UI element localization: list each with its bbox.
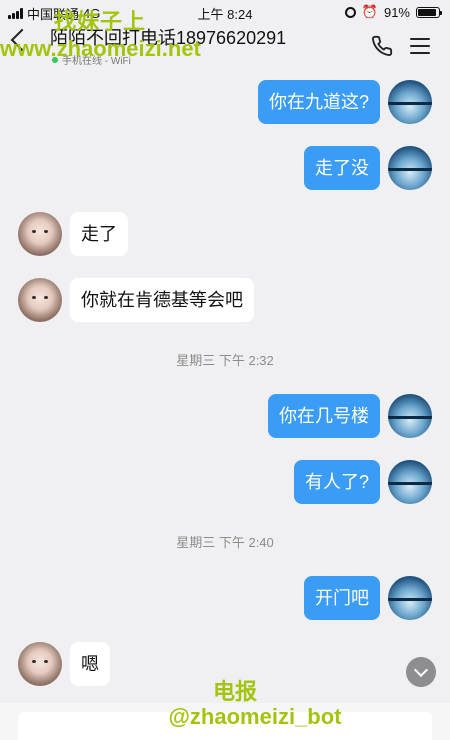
watermark-bottom-line1: 电报 [212, 679, 257, 704]
alarm-icon: ⏰ [361, 4, 378, 19]
battery-icon [416, 6, 442, 18]
incoming-message-bubble[interactable]: 走了 [70, 212, 128, 256]
my-avatar[interactable] [388, 394, 432, 438]
battery-percent: 91% [383, 4, 410, 20]
incoming-message-bubble[interactable]: 你就在肯德基等会吧 [70, 278, 254, 322]
battery-fill [418, 8, 437, 16]
timestamp-divider: 星期三 下午 2:40 [176, 535, 274, 550]
outgoing-message-bubble[interactable]: 你在九道这? [257, 80, 380, 124]
outgoing-message-bubble[interactable]: 走了没 [304, 146, 380, 190]
contact-avatar[interactable] [18, 278, 62, 322]
orientation-lock-icon [344, 6, 356, 18]
watermark-bottom-line2: @zhaomeizi_bot [168, 704, 342, 729]
my-avatar[interactable] [388, 146, 432, 190]
outgoing-message-bubble[interactable]: 你在几号楼 [268, 394, 380, 438]
my-avatar[interactable] [388, 460, 432, 504]
menu-icon[interactable] [410, 38, 430, 54]
watermark-top-line1: 找妹子上 [54, 9, 147, 34]
my-avatar[interactable] [388, 576, 432, 620]
timestamp-divider: 星期三 下午 2:32 [176, 353, 274, 368]
phone-icon[interactable] [371, 35, 393, 57]
my-avatar[interactable] [388, 80, 432, 124]
outgoing-message-bubble[interactable]: 开门吧 [304, 576, 380, 620]
status-right: ⏰ 91% [344, 4, 442, 20]
watermark-top-line2: www.zhaomeizi.net [0, 36, 201, 61]
outgoing-message-bubble[interactable]: 有人了? [293, 460, 380, 504]
contact-avatar[interactable] [18, 212, 62, 256]
